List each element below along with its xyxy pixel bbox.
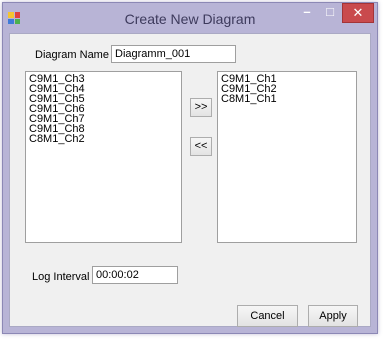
maximize-button[interactable]: □ — [319, 3, 341, 23]
cancel-button[interactable]: Cancel — [237, 305, 298, 327]
dialog-window: Create New Diagram – □ ✕ Diagram Name Di… — [2, 2, 378, 334]
remove-channel-button[interactable]: << — [190, 137, 212, 156]
log-interval-label: Log Interval — [32, 271, 90, 283]
list-item[interactable]: C8M1_Ch2 — [29, 134, 178, 145]
selected-channels-list[interactable]: C9M1_Ch1 C9M1_Ch2 C8M1_Ch1 — [217, 71, 357, 243]
add-channel-button[interactable]: >> — [190, 98, 212, 117]
list-item[interactable]: C8M1_Ch1 — [221, 94, 353, 105]
title-bar[interactable]: Create New Diagram – □ ✕ — [3, 3, 377, 33]
available-channels-list[interactable]: C9M1_Ch3 C9M1_Ch4 C9M1_Ch5 C9M1_Ch6 C9M1_Ch7… — [25, 71, 182, 243]
apply-button[interactable]: Apply — [308, 305, 358, 327]
diagram-name-label: Diagram Name — [35, 49, 109, 61]
log-interval-input[interactable]: 00:00:02 — [92, 266, 178, 284]
minimize-button[interactable]: – — [296, 3, 318, 23]
dialog-client: Diagram Name Diagramm_001 C9M1_Ch3 C9M1_C… — [9, 33, 371, 327]
close-button[interactable]: ✕ — [342, 3, 374, 23]
diagram-name-input[interactable]: Diagramm_001 — [111, 45, 236, 63]
